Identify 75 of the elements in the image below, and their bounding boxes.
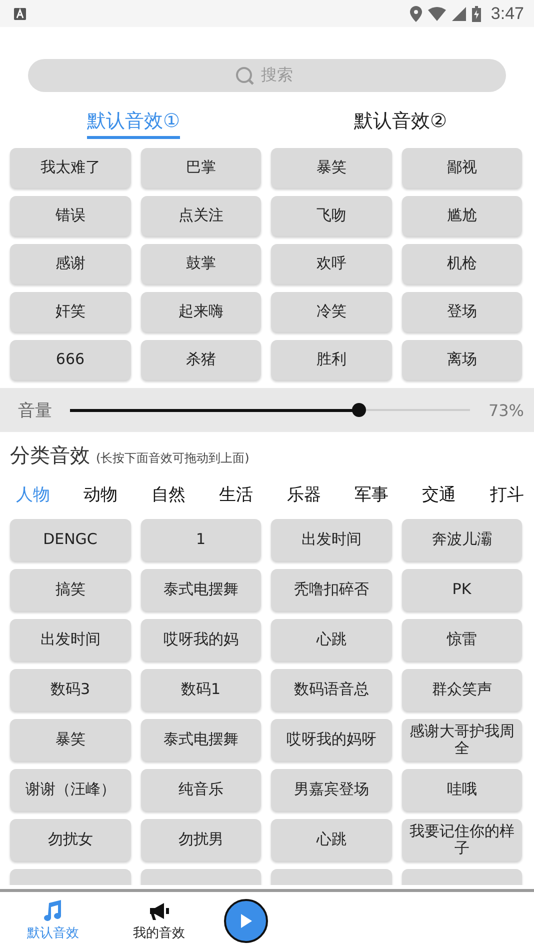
search-field[interactable]: 搜索 [259, 66, 299, 86]
sound-button[interactable]: 惊雷 [402, 619, 522, 661]
sound-button[interactable]: 离场 [402, 340, 522, 380]
section-hint: (长按下面音效可拖动到上面) [96, 450, 250, 467]
sound-button[interactable]: 勿扰女 [10, 819, 130, 861]
nav-tab[interactable]: 我的音效 [116, 900, 202, 942]
sound-button[interactable]: 群众笑声 [402, 669, 522, 711]
sound-button[interactable]: 登场 [402, 292, 522, 332]
volume-slider[interactable] [70, 403, 470, 417]
sound-button[interactable]: 秃噜扣碎否 [271, 569, 392, 611]
sound-button[interactable]: 纯音乐 [140, 769, 261, 811]
sound-button[interactable]: 胜利 [271, 340, 392, 380]
sound-button[interactable]: 巴掌 [140, 148, 261, 188]
category-tab[interactable]: 生活 [219, 481, 254, 507]
volume-reading: 73% [488, 400, 524, 420]
wifi-icon [428, 6, 446, 20]
sound-button[interactable]: 欢呼 [271, 244, 392, 284]
sound-button[interactable]: 数码语音总 [271, 669, 392, 711]
sound-button[interactable]: 谢谢（汪峰） [10, 769, 130, 811]
sound-button[interactable]: 鄙视 [402, 148, 522, 188]
sound-button[interactable]: 暴笑 [271, 148, 392, 188]
sound-button[interactable]: 1 [140, 519, 261, 561]
sound-button[interactable]: 起来嗨 [140, 292, 261, 332]
music-note-icon [43, 900, 63, 922]
sound-button[interactable]: 数码3 [10, 669, 130, 711]
sound-button[interactable]: 奔波儿灞 [402, 519, 522, 561]
sound-button[interactable]: 哎呀我的妈 [140, 619, 261, 661]
sound-button[interactable]: 666 [10, 340, 130, 380]
sound-button[interactable]: 我太难了 [10, 148, 130, 188]
category-tab[interactable]: 军事 [354, 481, 389, 507]
battery-icon [472, 6, 481, 22]
tab[interactable]: 默认音效② [267, 100, 534, 146]
sound-button[interactable]: 男嘉宾登场 [271, 769, 392, 811]
play-button[interactable] [224, 899, 268, 943]
sound-button[interactable]: 泰式电摆舞 [140, 569, 261, 611]
location-icon [410, 6, 422, 22]
sound-button[interactable]: 出发时间 [10, 619, 130, 661]
sound-button[interactable]: 数码1 [140, 669, 261, 711]
keyboard-icon [14, 8, 26, 20]
sound-button[interactable]: 暴笑 [10, 719, 130, 761]
sound-button[interactable]: 机枪 [402, 244, 522, 284]
megaphone-icon [148, 900, 170, 922]
category-tab[interactable]: 交通 [422, 481, 456, 507]
sound-button[interactable]: DENGC [10, 519, 130, 561]
sound-button[interactable]: 飞吻 [271, 196, 392, 236]
sound-button[interactable]: PK [402, 569, 522, 611]
category-tab[interactable]: 动物 [84, 481, 118, 507]
sound-button[interactable]: 点关注 [140, 196, 261, 236]
sound-button[interactable]: 心跳 [271, 819, 392, 861]
section-title: 分类音效 [10, 442, 90, 469]
sound-button[interactable]: 感谢大哥护我周全 [402, 719, 522, 761]
sound-button[interactable]: 勿扰男 [140, 819, 261, 861]
search-icon [235, 66, 255, 86]
sound-button[interactable]: 心跳 [271, 619, 392, 661]
category-tab[interactable]: 打斗 [490, 481, 524, 507]
status-time: 3:47 [490, 4, 524, 24]
sound-button[interactable]: 奸笑 [10, 292, 130, 332]
sound-button[interactable]: 错误 [10, 196, 130, 236]
category-tab[interactable]: 自然 [151, 481, 186, 507]
play-icon [239, 913, 253, 929]
sound-button[interactable]: 我要记住你的样子 [402, 819, 522, 861]
sound-button[interactable]: 杀猪 [140, 340, 261, 380]
sound-button[interactable]: 哎呀我的妈呀 [271, 719, 392, 761]
category-tab[interactable]: 乐器 [286, 481, 321, 507]
sound-button[interactable]: 搞笑 [10, 569, 130, 611]
sound-button[interactable]: 哇哦 [402, 769, 522, 811]
sound-button[interactable]: 感谢 [10, 244, 130, 284]
sound-button[interactable]: 冷笑 [271, 292, 392, 332]
sound-button[interactable]: 尴尬 [402, 196, 522, 236]
signal-icon [452, 6, 466, 20]
slider-thumb[interactable] [352, 403, 366, 417]
volume-label: 音量 [18, 400, 53, 422]
sound-button[interactable]: 泰式电摆舞 [140, 719, 261, 761]
sound-button[interactable]: 出发时间 [271, 519, 392, 561]
sound-button[interactable]: 鼓掌 [140, 244, 261, 284]
